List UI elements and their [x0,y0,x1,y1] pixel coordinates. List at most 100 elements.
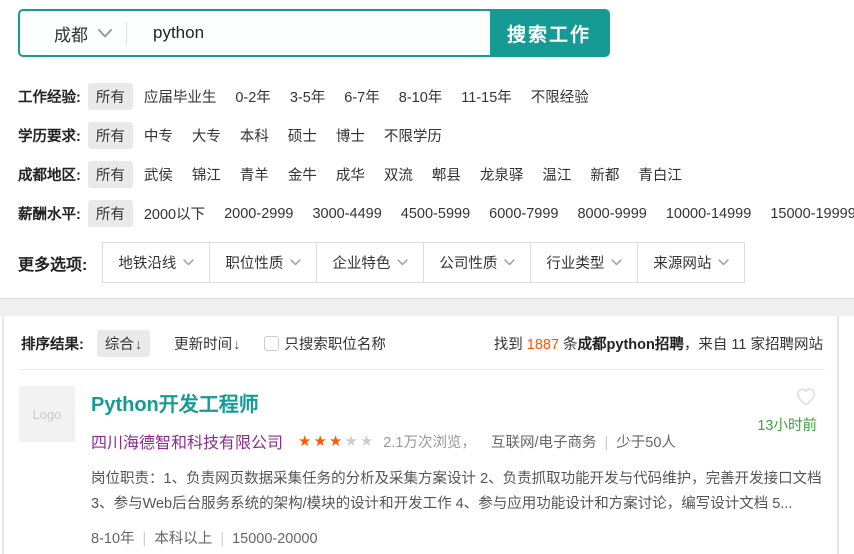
result-suffix: ，来自 11 家招聘网站 [684,337,823,353]
job-title-link[interactable]: Python开发工程师 [91,388,259,417]
filter-row: 学历要求: 所有中专大专本科硕士博士不限学历 [18,122,854,149]
dropdown-label: 行业类型 [546,252,604,273]
more-options-dropdown[interactable]: 企业特色 [316,243,423,282]
filter-option[interactable]: 新都 [590,161,619,188]
more-options-row: 更多选项: 地铁沿线 职位性质 企业特色 公司性质行业类型 来源网站 [0,242,854,283]
filter-option[interactable]: 2000-2999 [224,203,293,225]
company-industry: 互联网/电子商务|少于50人 [491,431,676,452]
post-time: 13小时前 [757,414,817,435]
filter-option[interactable]: 硕士 [288,122,317,149]
star-icon: ★ [298,433,313,450]
pipe-divider: | [596,435,616,451]
chevron-down-icon [183,259,194,266]
filter-label: 工作经验: [18,86,81,107]
view-count: 2.1万次浏览， [383,431,476,452]
star-icon: ★ [329,433,344,450]
star-icon: ★ [360,433,375,450]
chevron-down-icon [98,29,112,38]
down-arrow-icon: ↓ [233,337,240,353]
job-meta-item: 本科以上 [154,531,212,547]
filter-option[interactable]: 青羊 [240,161,269,188]
section-divider [0,298,854,316]
company-row: 四川海德智和科技有限公司 ★★★★★ 2.1万次浏览， 互联网/电子商务|少于50人 [91,429,825,453]
filter-option[interactable]: 中专 [144,122,173,149]
more-options-dropdown[interactable]: 地铁沿线 [103,243,209,282]
filter-label: 学历要求: [18,125,81,146]
filter-option[interactable]: 8-10年 [399,83,443,110]
more-options-dropdown[interactable]: 来源网站 [637,243,744,282]
filter-option[interactable]: 温江 [542,161,571,188]
filter-option[interactable]: 青白江 [638,161,682,188]
chevron-down-icon [611,259,622,266]
filter-option[interactable]: 4500-5999 [401,203,470,225]
filter-option[interactable]: 6-7年 [344,83,379,110]
search-section: 成都 搜索工作 [0,0,854,57]
result-mid: 条 [559,337,578,353]
search-bar: 成都 搜索工作 [18,9,610,57]
sort-option[interactable]: 更新时间↓ [166,330,248,357]
filter-option[interactable]: 3000-4499 [312,203,381,225]
job-main: Python开发工程师四川海德智和科技有限公司 ★★★★★ 2.1万次浏览， 互联网/… [91,386,825,548]
filter-label: 成都地区: [18,164,81,185]
job-description: 岗位职责：1、负责网页数据采集任务的分析及采集方案设计 2、负责抓取功能开发与代… [91,467,825,518]
filter-option[interactable]: 0-2年 [235,83,270,110]
result-count: 1887 [527,337,559,353]
dropdown-label: 地铁沿线 [118,252,176,273]
filter-row: 成都地区: 所有武侯锦江青羊金牛成华双流郫县龙泉驿温江新都青白江 [18,161,854,188]
filter-option[interactable]: 郫县 [432,161,461,188]
job-meta-item: 8-10年 [91,531,135,547]
search-input[interactable] [127,11,490,55]
filter-option[interactable]: 大专 [192,122,221,149]
more-options-dropdown[interactable]: 公司性质 [423,243,530,282]
search-button[interactable]: 搜索工作 [490,11,608,55]
more-options-label: 更多选项: [18,251,87,275]
filter-option[interactable]: 龙泉驿 [480,161,524,188]
job-meta-item: 15000-20000 [232,531,317,547]
filter-option[interactable]: 成华 [336,161,365,188]
more-options-dropdown[interactable]: 行业类型 [530,243,637,282]
star-icon: ★ [313,433,328,450]
title-only-checkbox[interactable] [264,336,279,351]
filter-option[interactable]: 不限经验 [531,83,589,110]
company-link[interactable]: 四川海德智和科技有限公司 [91,429,283,453]
filter-option[interactable]: 所有 [88,83,133,110]
filter-option[interactable]: 8000-9999 [577,203,646,225]
title-only-label[interactable]: 只搜索职位名称 [284,333,386,354]
filter-rows: 工作经验:所有应届毕业生0-2年3-5年6-7年8-10年11-15年不限经验学… [0,83,854,227]
sort-option[interactable]: 综合↓ [97,330,150,357]
filter-option[interactable]: 不限学历 [384,122,442,149]
chevron-down-icon [718,259,729,266]
filter-label: 薪酬水平: [18,203,81,224]
filter-option[interactable]: 锦江 [192,161,221,188]
dropdown-label: 企业特色 [332,252,390,273]
filter-option[interactable]: 所有 [88,122,133,149]
filter-option[interactable]: 6000-7999 [489,203,558,225]
filter-option[interactable]: 2000以下 [144,200,205,227]
favorite-button[interactable] [795,386,817,406]
filter-row: 工作经验: 所有应届毕业生 0-2年 3-5年 6-7年 8-10年 11-15年不限经验 [18,83,854,110]
down-arrow-icon: ↓ [135,337,142,353]
city-selector[interactable]: 成都 [20,11,126,55]
filter-option[interactable]: 10000-14999 [666,203,751,225]
city-label: 成都 [54,21,88,46]
filter-option[interactable]: 所有 [88,200,133,227]
result-summary: 找到 1887 条成都python招聘，来自 11 家招聘网站 [494,333,823,354]
more-options-dropdown[interactable]: 职位性质 [209,243,316,282]
filter-option[interactable]: 本科 [240,122,269,149]
job-row: LogoPython开发工程师四川海德智和科技有限公司★★★★★2.1万次浏览，… [19,370,825,554]
filter-option[interactable]: 11-15年 [461,83,512,110]
filter-option[interactable]: 博士 [336,122,365,149]
result-keyword: 成都python招聘 [578,337,684,353]
filter-option[interactable]: 应届毕业生 [144,83,217,110]
filter-option[interactable]: 金牛 [288,161,317,188]
filter-option[interactable]: 所有 [88,161,133,188]
dropdown-label: 职位性质 [225,252,283,273]
filter-option[interactable]: 3-5年 [290,83,325,110]
star-rating: ★★★★★ [298,432,375,450]
filter-option[interactable]: 15000-19999 [770,203,854,225]
filter-option[interactable]: 双流 [384,161,413,188]
job-meta: 8-10年|本科以上|15000-20000 [91,527,825,548]
chevron-down-icon [397,259,408,266]
pipe-divider: | [212,531,232,547]
filter-option[interactable]: 武侯 [144,161,173,188]
